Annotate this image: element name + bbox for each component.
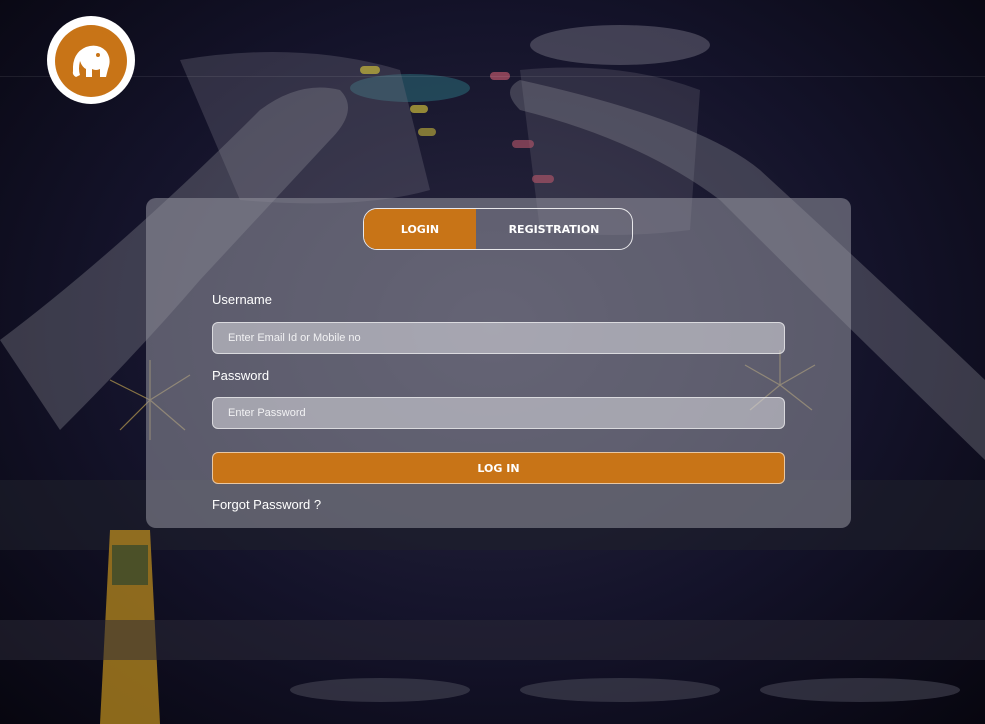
password-label: Password (212, 368, 270, 383)
auth-tabs: LOGIN REGISTRATION (363, 208, 633, 250)
tab-login[interactable]: LOGIN (364, 209, 476, 249)
elephant-emblem-icon[interactable] (46, 15, 136, 105)
header-divider (0, 76, 985, 77)
username-label: Username (212, 292, 272, 307)
login-button[interactable]: LOG IN (212, 452, 785, 484)
username-input[interactable] (212, 322, 785, 354)
login-card: LOGIN REGISTRATION Username Password LOG… (146, 198, 851, 528)
password-input[interactable] (212, 397, 785, 429)
forgot-password-link[interactable]: Forgot Password ? (212, 497, 321, 512)
tab-registration[interactable]: REGISTRATION (476, 209, 632, 249)
login-page: LOGIN REGISTRATION Username Password LOG… (0, 0, 985, 724)
